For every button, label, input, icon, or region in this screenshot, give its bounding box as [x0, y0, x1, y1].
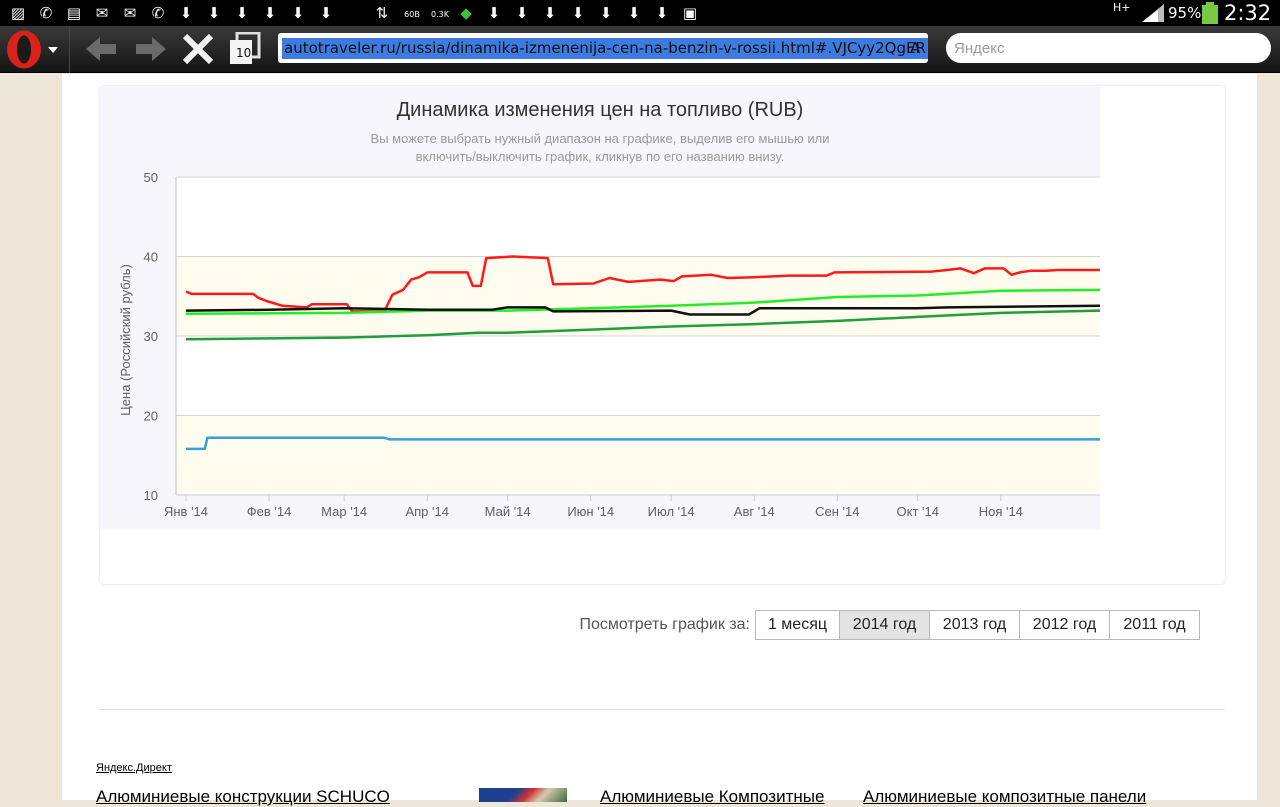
download-icon: ⬇	[627, 4, 641, 22]
download-icon: ⬇	[291, 4, 305, 22]
range-button-2011[interactable]: 2011 год	[1109, 610, 1200, 640]
viber-icon: ✆	[39, 4, 53, 22]
download-icon: ⬇	[655, 4, 669, 22]
status-bar: ▨ ✆ ▤ ✉ ✉ ✆ ⬇ ⬇ ⬇ ⬇ ⬇ ⬇ ⇅ 60B 0.3K ◆ ⬇ ⬇ ⬇ ⬇ ⬇ ⬇ ⬇ ▣ H+ 95% 2:3…	[0, 0, 1280, 26]
range-button-2012[interactable]: 2012 год	[1019, 610, 1110, 640]
ad-title-composite[interactable]: Алюминиевые Композитные	[600, 787, 824, 807]
chart-canvas[interactable]: 10 20 30 40 50 Янв '14 Фев '14 Мар '14 Апр '14 Ма…	[100, 86, 1225, 584]
range-button-2014[interactable]: 2014 год	[839, 610, 930, 640]
url-text: autotraveler.ru/russia/dinamika-izmeneni…	[282, 38, 928, 59]
sim-icon: ▤	[66, 4, 82, 22]
battery-icon	[1202, 2, 1218, 24]
stop-button[interactable]	[180, 32, 216, 66]
phone-icon: ✆	[151, 4, 165, 22]
y-tick-label: 40	[144, 250, 158, 265]
x-tick-label: Сен '14	[815, 504, 859, 519]
x-tick-label: Авг '14	[734, 504, 775, 519]
y-tick-label: 30	[144, 329, 158, 344]
x-tick-label: Июн '14	[567, 504, 614, 519]
chart-subtitle-line-2: включить/выключить график, кликнув по ег…	[416, 149, 785, 164]
forward-button[interactable]	[132, 32, 168, 66]
y-tick-label: 50	[144, 170, 158, 185]
opera-logo-icon	[7, 30, 58, 69]
range-button-2013[interactable]: 2013 год	[929, 610, 1020, 640]
x-tick-label: Апр '14	[405, 504, 449, 519]
url-text-tail: A	[910, 39, 921, 57]
arrow-right-icon	[136, 37, 166, 61]
range-selector-label: Посмотреть график за:	[579, 616, 750, 633]
chevron-down-icon	[48, 47, 58, 53]
address-bar[interactable]: autotraveler.ru/russia/dinamika-izmeneni…	[278, 33, 928, 63]
ad-title-composite-panels[interactable]: Алюминиевые композитные панели	[863, 787, 1146, 807]
section-divider	[100, 709, 1225, 710]
opera-menu-button[interactable]	[0, 26, 70, 73]
plot-band	[176, 415, 1100, 495]
x-tick-label: Ноя '14	[979, 504, 1023, 519]
y-tick-label: 10	[144, 488, 158, 503]
range-selector: Посмотреть график за: 1 месяц 2014 год 2…	[62, 610, 1200, 640]
battery-percent: 95%	[1168, 4, 1202, 22]
download-icon: ⬇	[599, 4, 613, 22]
email-icon: ✉	[123, 4, 137, 22]
close-icon	[182, 34, 214, 64]
y-axis-label: Цена (Российский рубль)	[118, 264, 133, 416]
y-tick-label: 20	[144, 409, 158, 424]
x-tick-label: Июл '14	[648, 504, 695, 519]
search-bar[interactable]	[946, 33, 1271, 63]
tabs-button[interactable]: 10	[226, 32, 262, 66]
clock: 2:32	[1224, 1, 1272, 25]
email-icon: ✉	[95, 4, 109, 22]
yandex-direct-link[interactable]: Яндекс.Директ	[96, 762, 172, 774]
fuel-price-chart[interactable]: 10 20 30 40 50 Янв '14 Фев '14 Мар '14 Апр '14 Ма…	[100, 86, 1225, 584]
download-icon: ⬇	[263, 4, 277, 22]
security-icon: ◆	[460, 4, 472, 22]
clipboard-icon: ▣	[682, 4, 698, 22]
x-tick-label: Мар '14	[321, 504, 367, 519]
ad-title-schuco[interactable]: Алюминиевые конструкции SCHUCO	[96, 787, 390, 807]
download-icon: ⬇	[179, 4, 193, 22]
web-page: 10 20 30 40 50 Янв '14 Фев '14 Мар '14 Апр '14 Ма…	[62, 74, 1257, 806]
x-tick-label: Янв '14	[164, 504, 208, 519]
download-icon: ⬇	[543, 4, 557, 22]
chart-title: Динамика изменения цен на топливо (RUB)	[397, 99, 804, 121]
x-tick-label: Май '14	[485, 504, 531, 519]
download-icon: ⬇	[487, 4, 501, 22]
arrow-left-icon	[86, 37, 116, 61]
search-input[interactable]	[946, 33, 1246, 63]
tab-count: 10	[236, 46, 252, 60]
download-icon: ⬇	[235, 4, 249, 22]
gallery-icon: ▨	[10, 4, 26, 22]
download-icon: ⬇	[571, 4, 585, 22]
x-tick-label: Фев '14	[247, 504, 292, 519]
browser-toolbar: 10 autotraveler.ru/russia/dinamika-izmen…	[0, 26, 1280, 73]
chart-subtitle-line-1: Вы можете выбрать нужный диапазон на гра…	[371, 131, 830, 146]
sync-icon: ⇅	[375, 4, 389, 22]
x-tick-label: Окт '14	[897, 504, 939, 519]
download-icon: ⬇	[207, 4, 221, 22]
download-icon: ⬇	[515, 4, 529, 22]
range-button-1-month[interactable]: 1 месяц	[755, 610, 840, 640]
download-icon: ⬇	[319, 4, 333, 22]
network-type: H+	[1113, 1, 1131, 14]
back-button[interactable]	[84, 32, 120, 66]
